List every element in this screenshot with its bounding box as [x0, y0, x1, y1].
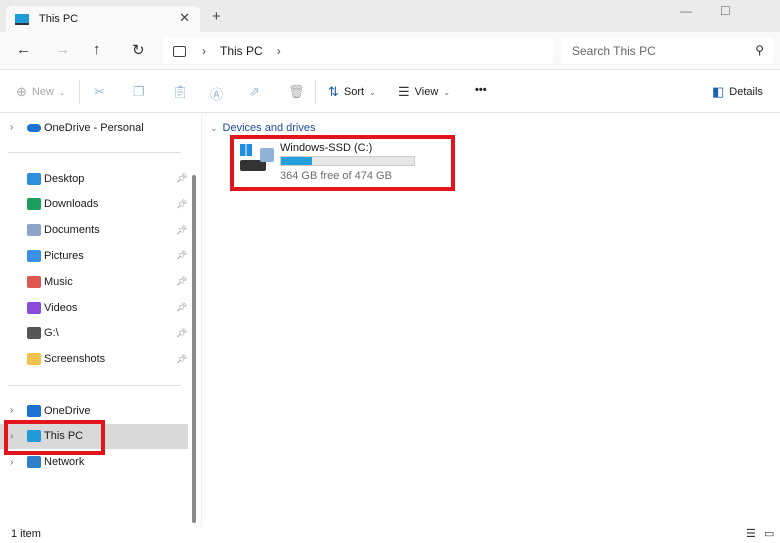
search-input[interactable]: Search This PC ⚲: [561, 38, 774, 64]
cloud-icon: [27, 123, 41, 132]
sidebar-item-onedrive-personal[interactable]: › OneDrive - Personal: [0, 115, 188, 140]
share-icon[interactable]: ⇗: [249, 84, 260, 100]
pin-icon[interactable]: 📌︎: [176, 276, 187, 287]
chevron-right-icon: ›: [202, 44, 206, 58]
folder-icon: [27, 301, 41, 314]
pin-icon[interactable]: 📌︎: [176, 328, 187, 339]
divider: [8, 385, 181, 386]
search-placeholder: Search This PC: [572, 44, 656, 58]
folder-icon: [27, 224, 41, 237]
details-view-icon[interactable]: ☰: [746, 526, 756, 543]
divider: [8, 152, 181, 153]
details-button[interactable]: ◧ Details: [712, 84, 763, 100]
sort-button[interactable]: ⇅ Sort ⌄: [328, 84, 376, 100]
sidebar-item-music[interactable]: Music 📌︎: [0, 269, 188, 294]
up-button[interactable]: ↑: [93, 41, 101, 58]
search-icon: ⚲: [755, 43, 764, 57]
folder-icon: [27, 249, 41, 262]
navigation-pane: › OneDrive - Personal Desktop 📌︎ Downloads 📌…: [0, 114, 200, 526]
sidebar-item-downloads[interactable]: Downloads 📌︎: [0, 192, 188, 217]
pin-icon[interactable]: 📌︎: [176, 354, 187, 365]
highlight-box-drive: [230, 135, 455, 191]
chevron-right-icon[interactable]: ›: [277, 44, 281, 58]
folder-icon: [27, 456, 41, 469]
folder-icon: [27, 353, 41, 366]
folder-icon: [27, 327, 41, 340]
plus-circle-icon: ⊕: [16, 84, 27, 99]
monitor-icon: [15, 13, 29, 25]
command-bar: ⊕ New ⌄ ✂ ❐ 📋︎ Ⓐ ⇗ 🗑︎ ⇅ Sort ⌄ ☰ View ⌄ ••• ◧ D…: [0, 71, 780, 113]
pin-icon[interactable]: 📌︎: [176, 250, 187, 261]
sidebar-item-desktop[interactable]: Desktop 📌︎: [0, 166, 188, 191]
folder-icon: [27, 275, 41, 288]
sidebar-item-videos[interactable]: Videos 📌︎: [0, 295, 188, 320]
chevron-right-icon[interactable]: ›: [10, 122, 13, 133]
sort-icon: ⇅: [328, 84, 339, 99]
status-bar: 1 item ☰ ▭: [0, 526, 780, 543]
view-button[interactable]: ☰ View ⌄: [398, 84, 450, 100]
minimize-button[interactable]: —: [680, 4, 692, 18]
monitor-icon: [173, 45, 186, 57]
chevron-right-icon[interactable]: ›: [10, 405, 13, 416]
delete-icon[interactable]: 🗑︎: [288, 84, 305, 100]
navigation-bar: ← → ↑ ↻ › This PC › Search This PC ⚲: [0, 32, 780, 70]
divider: [79, 80, 80, 104]
tiles-view-icon[interactable]: ▭: [764, 526, 774, 543]
new-tab-button[interactable]: +: [212, 8, 221, 25]
sidebar-item-screenshots[interactable]: Screenshots 📌︎: [0, 347, 188, 372]
tab-label: This PC: [39, 13, 79, 25]
folder-icon: [27, 172, 41, 185]
highlight-box-this-pc: [4, 420, 105, 455]
new-button[interactable]: ⊕ New ⌄: [16, 84, 66, 100]
group-header-devices[interactable]: ⌄ Devices and drives: [210, 122, 315, 134]
refresh-button[interactable]: ↻: [132, 41, 145, 59]
pin-icon[interactable]: 📌︎: [176, 173, 187, 184]
details-pane-icon: ◧: [712, 84, 725, 99]
paste-icon[interactable]: 📋︎: [172, 84, 189, 100]
rename-icon[interactable]: Ⓐ: [210, 84, 223, 103]
chevron-down-icon: ⌄: [210, 123, 218, 133]
folder-icon: [27, 198, 41, 211]
scrollbar[interactable]: [192, 175, 196, 523]
maximize-button[interactable]: ☐: [720, 4, 731, 18]
forward-button[interactable]: →: [55, 41, 70, 58]
view-list-icon: ☰: [398, 84, 410, 99]
more-options-button[interactable]: •••: [475, 84, 487, 96]
title-bar: This PC ✕ + — ☐: [0, 0, 780, 32]
tab-this-pc[interactable]: This PC ✕: [6, 6, 200, 32]
pin-icon[interactable]: 📌︎: [176, 225, 187, 236]
folder-icon: [27, 404, 41, 417]
chevron-right-icon[interactable]: ›: [10, 457, 13, 468]
copy-icon[interactable]: ❐: [133, 84, 145, 100]
item-count: 1 item: [11, 528, 41, 540]
cut-icon[interactable]: ✂: [94, 84, 105, 100]
sidebar-item-documents[interactable]: Documents 📌︎: [0, 218, 188, 243]
sidebar-item-pictures[interactable]: Pictures 📌︎: [0, 243, 188, 268]
divider: [315, 80, 316, 104]
address-bar[interactable]: › This PC ›: [163, 38, 553, 64]
breadcrumb-this-pc[interactable]: This PC: [220, 44, 263, 58]
pin-icon[interactable]: 📌︎: [176, 302, 187, 313]
pin-icon[interactable]: 📌︎: [176, 199, 187, 210]
sidebar-item-g[interactable]: G:\ 📌︎: [0, 321, 188, 346]
back-button[interactable]: ←: [16, 41, 31, 58]
close-tab-icon[interactable]: ✕: [179, 10, 190, 26]
